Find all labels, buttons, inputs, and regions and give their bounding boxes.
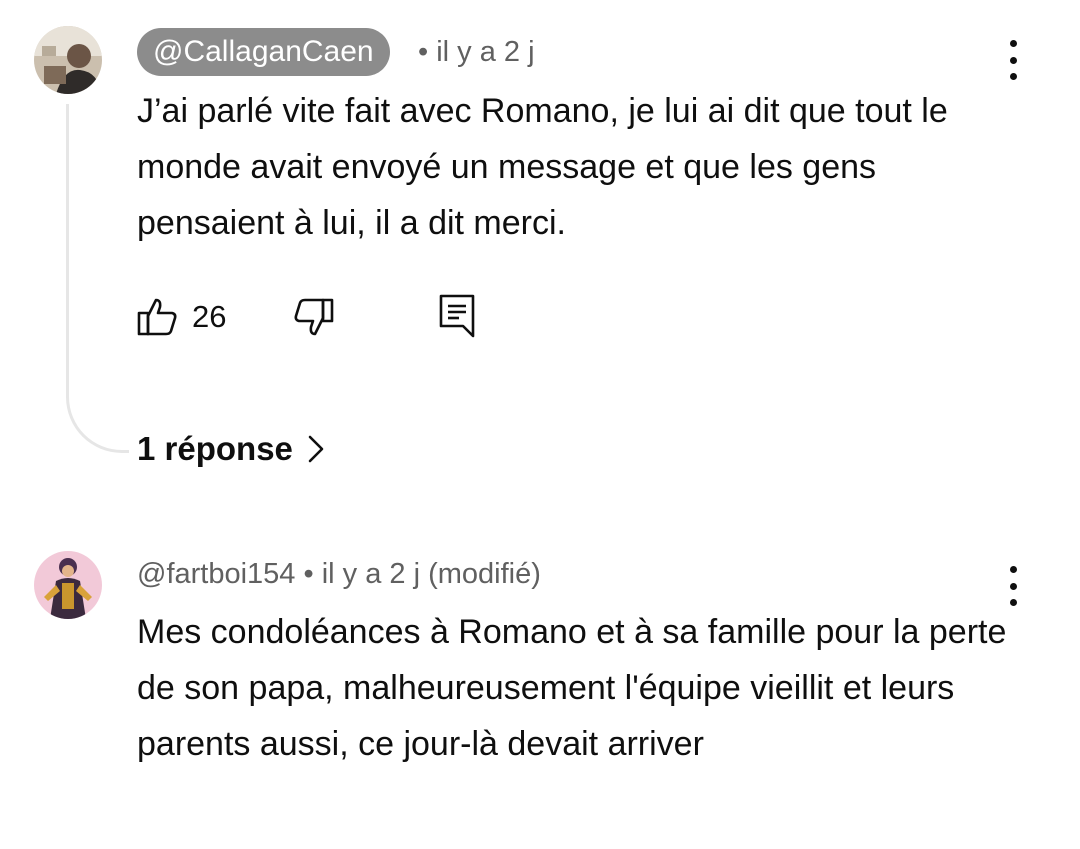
like-button[interactable]: 26 [136, 296, 226, 338]
thread-line [66, 104, 129, 453]
author-handle[interactable]: @fartboi154 [137, 558, 295, 590]
comment-timestamp: • il y a 2 j (modifié) [303, 558, 541, 590]
thumb-up-icon [137, 298, 177, 336]
comment-text: J’ai parlé vite fait avec Romano, je lui… [137, 92, 948, 242]
more-vertical-icon[interactable] [1007, 566, 1019, 606]
like-count: 26 [192, 299, 227, 334]
avatar[interactable] [34, 26, 102, 94]
comment-reply-icon [439, 294, 475, 338]
comment-header: @fartboi154 • il y a 2 j (modifié) [137, 558, 541, 591]
chevron-right-icon [308, 435, 324, 463]
more-vertical-icon[interactable] [1007, 40, 1019, 80]
replies-label: 1 réponse [137, 430, 293, 467]
view-replies-button[interactable]: 1 réponse [137, 430, 325, 468]
thumb-down-icon [294, 298, 334, 336]
author-handle[interactable]: @CallaganCaen [137, 28, 390, 76]
reply-button[interactable] [437, 292, 477, 340]
comment-timestamp: • il y a 2 j [418, 36, 535, 68]
avatar[interactable] [34, 551, 102, 619]
dislike-button[interactable] [293, 296, 335, 338]
comment-text: Mes condoléances à Romano et à sa famill… [137, 613, 1007, 763]
